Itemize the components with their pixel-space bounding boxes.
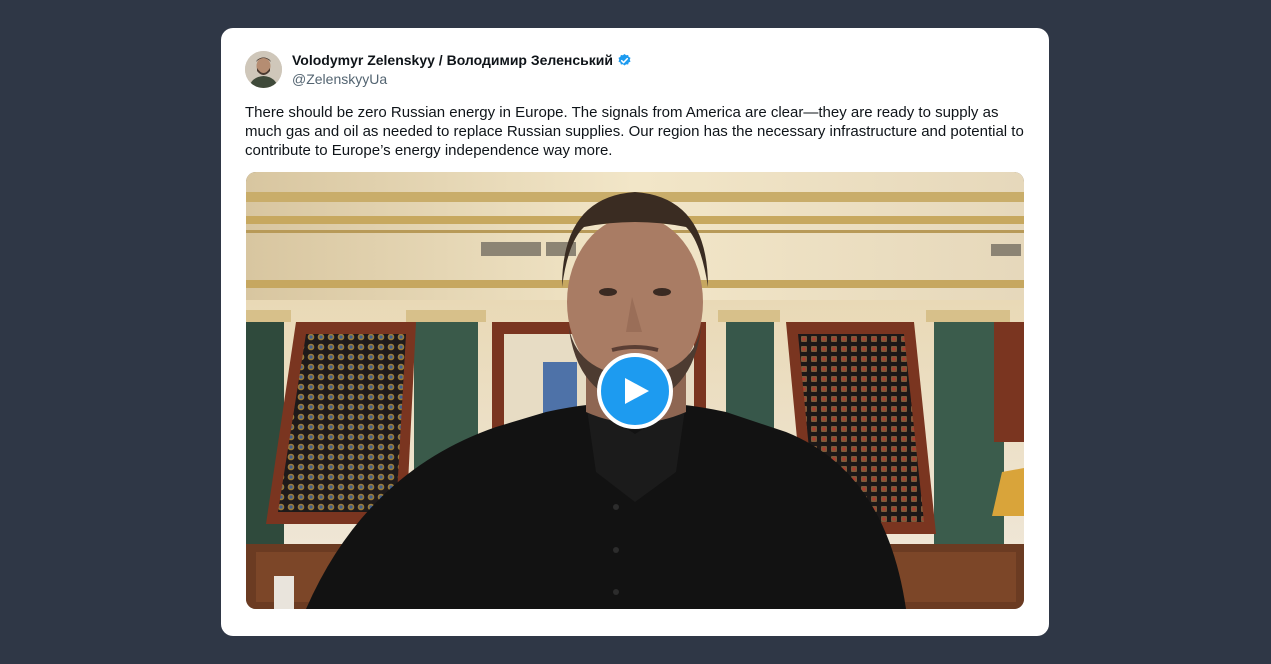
play-button[interactable]	[597, 353, 673, 429]
video-player[interactable]	[246, 172, 1024, 609]
tweet-header: Volodymyr Zelenskyy / Володимир Зеленськ…	[245, 51, 632, 88]
author-info: Volodymyr Zelenskyy / Володимир Зеленськ…	[292, 51, 632, 88]
author-name[interactable]: Volodymyr Zelenskyy / Володимир Зеленськ…	[292, 51, 613, 69]
verified-badge-icon	[617, 53, 632, 68]
author-handle[interactable]: @ZelenskyyUa	[292, 70, 632, 88]
play-icon	[625, 378, 649, 404]
author-name-row[interactable]: Volodymyr Zelenskyy / Володимир Зеленськ…	[292, 51, 632, 69]
avatar-image	[245, 51, 282, 88]
tweet-card: Volodymyr Zelenskyy / Володимир Зеленськ…	[221, 28, 1049, 636]
tweet-text: There should be zero Russian energy in E…	[245, 104, 1024, 159]
avatar[interactable]	[245, 51, 282, 88]
